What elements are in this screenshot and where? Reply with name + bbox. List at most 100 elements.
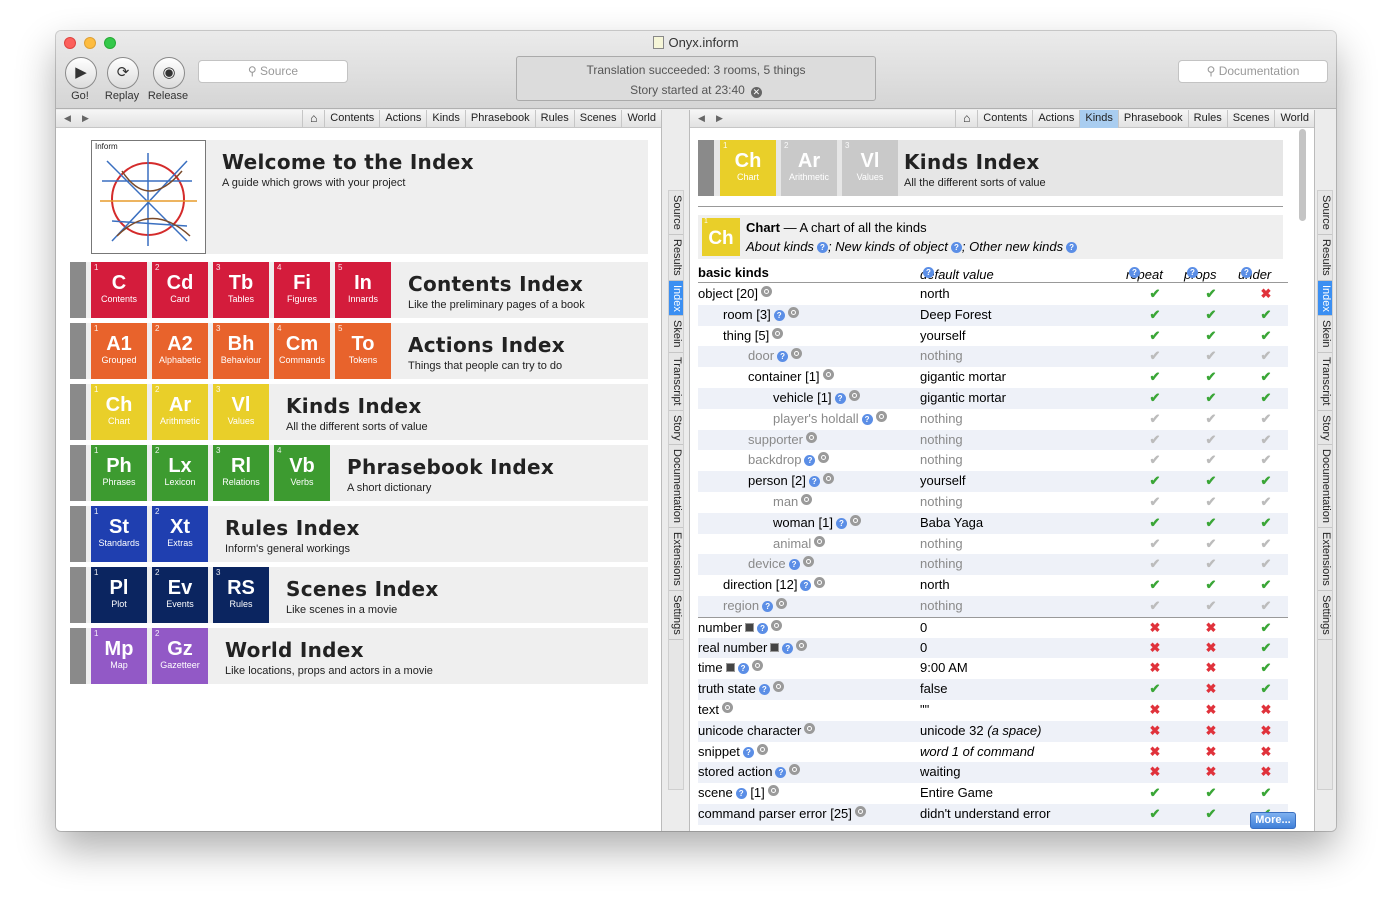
index-row-title[interactable]: Kinds Index [286,394,428,418]
index-tile-chart[interactable]: 1 Ch Chart [720,140,776,196]
kind-name[interactable]: time? [698,658,763,678]
magnifier-icon[interactable] [796,639,808,651]
kind-name-text[interactable]: thing [5] [723,328,769,343]
index-tile-values[interactable]: 3 Vl Values [842,140,898,196]
kind-name[interactable]: person [2]? [748,471,834,491]
index-row-title[interactable]: Phrasebook Index [347,455,554,479]
index-tile-alphabetic[interactable]: 2 A2 Alphabetic [152,323,208,379]
go-button[interactable]: ▶ [65,57,97,89]
kind-name[interactable]: real number? [698,638,808,658]
index-tile-chart[interactable]: 1 Ch Chart [91,384,147,440]
kind-name-text[interactable]: backdrop [748,452,801,467]
side-tab-source[interactable]: Source [1318,191,1332,235]
magnifier-icon[interactable] [805,431,817,443]
scrollbar-thumb[interactable] [1299,129,1306,221]
index-tile-values[interactable]: 3 Vl Values [213,384,269,440]
kind-name[interactable]: region? [723,596,788,616]
magnifier-icon[interactable] [854,805,866,817]
tab-rules[interactable]: Rules [1187,110,1227,128]
magnifier-icon[interactable] [789,764,801,776]
tab-scenes[interactable]: Scenes [1226,110,1275,128]
help-icon[interactable]: ? [757,622,769,634]
magnifier-icon[interactable] [771,619,783,631]
kind-name[interactable]: backdrop? [748,450,830,470]
kind-name[interactable]: unicode character [698,721,816,741]
magnifier-icon[interactable] [802,556,814,568]
tab-world[interactable]: World [1274,110,1314,128]
magnifier-icon[interactable] [804,722,816,734]
magnifier-icon[interactable] [772,681,784,693]
index-tile-phrases[interactable]: 1 Ph Phrases [91,445,147,501]
source-search-input[interactable]: ⚲ Source [198,60,348,83]
index-tile-map[interactable]: 1 Mp Map [91,628,147,684]
index-row-title[interactable]: Actions Index [408,333,565,357]
kind-name[interactable]: number? [698,618,783,638]
index-tile-tables[interactable]: 3 Tb Tables [213,262,269,318]
back-arrow-icon[interactable]: ◀ [698,113,705,124]
index-tile-innards[interactable]: 5 In Innards [335,262,391,318]
help-icon[interactable]: ? [773,309,785,321]
kind-name[interactable]: scene? [1] [698,783,779,803]
kind-name-text[interactable]: vehicle [1] [773,390,832,405]
other-new-kinds-link[interactable]: Other new kinds [969,239,1063,254]
kind-name-text[interactable]: player's holdall [773,411,859,426]
help-icon[interactable]: ? [950,242,962,253]
kind-name-text[interactable]: text [698,702,719,717]
index-row-title[interactable]: World Index [225,638,433,662]
replay-button[interactable]: ⟳ [107,57,139,89]
kind-name-text[interactable]: unicode character [698,723,801,738]
forward-arrow-icon[interactable]: ▶ [716,113,723,124]
magnifier-icon[interactable] [875,410,887,422]
magnifier-icon[interactable] [848,389,860,401]
index-tile-grouped[interactable]: 1 A1 Grouped [91,323,147,379]
side-tab-transcript[interactable]: Transcript [669,353,683,411]
help-icon[interactable]: ? [1066,242,1078,253]
kind-name-text[interactable]: real number [698,640,767,655]
kind-name-text[interactable]: door [748,348,774,363]
index-tile-figures[interactable]: 4 Fi Figures [274,262,330,318]
new-kinds-of-object-link[interactable]: New kinds of object [835,239,948,254]
grid-icon[interactable] [725,663,735,673]
about-kinds-link[interactable]: About kinds [746,239,814,254]
chart-badge[interactable]: 1 Ch [702,218,740,256]
kind-name[interactable]: supporter [748,430,817,450]
forward-arrow-icon[interactable]: ▶ [82,113,89,124]
help-icon[interactable]: ? [782,642,794,654]
magnifier-icon[interactable] [822,369,834,381]
index-row-title[interactable]: Rules Index [225,516,360,540]
help-icon[interactable]: ? [1187,267,1198,278]
tab-actions[interactable]: Actions [1032,110,1079,128]
kind-name[interactable]: vehicle [1]? [773,388,860,408]
magnifier-icon[interactable] [767,785,779,797]
tab-scenes[interactable]: Scenes [573,110,622,128]
help-icon[interactable]: ? [777,351,789,363]
kind-name-text[interactable]: person [2] [748,473,806,488]
help-icon[interactable]: ? [861,413,873,425]
index-tile-behaviour[interactable]: 3 Bh Behaviour [213,323,269,379]
kind-name[interactable]: device? [748,554,814,574]
kind-name[interactable]: snippet? [698,742,768,762]
kind-name-text[interactable]: man [773,494,798,509]
grid-icon[interactable] [770,642,780,652]
tab-phrasebook[interactable]: Phrasebook [1117,110,1188,128]
kind-name-text[interactable]: container [1] [748,369,820,384]
help-icon[interactable]: ? [758,684,770,696]
kind-name-text[interactable]: time [698,660,723,675]
index-tile-standards[interactable]: 1 St Standards [91,506,147,562]
index-tile-gazetteer[interactable]: 2 Gz Gazetteer [152,628,208,684]
index-tile-contents[interactable]: 1 C Contents [91,262,147,318]
index-tile-tokens[interactable]: 5 To Tokens [335,323,391,379]
index-tile-extras[interactable]: 2 Xt Extras [152,506,208,562]
kind-name[interactable]: container [1] [748,367,834,387]
side-tab-documentation[interactable]: Documentation [1318,445,1332,529]
kind-name-text[interactable]: room [3] [723,307,771,322]
tab-actions[interactable]: Actions [379,110,426,128]
kind-name-text[interactable]: supporter [748,432,803,447]
grid-icon[interactable] [745,622,755,632]
kind-name-text[interactable]: snippet [698,744,740,759]
side-tab-extensions[interactable]: Extensions [1318,528,1332,591]
magnifier-icon[interactable] [772,327,784,339]
side-tab-results[interactable]: Results [1318,235,1332,281]
release-button[interactable]: ◉ [153,57,185,89]
back-arrow-icon[interactable]: ◀ [64,113,71,124]
